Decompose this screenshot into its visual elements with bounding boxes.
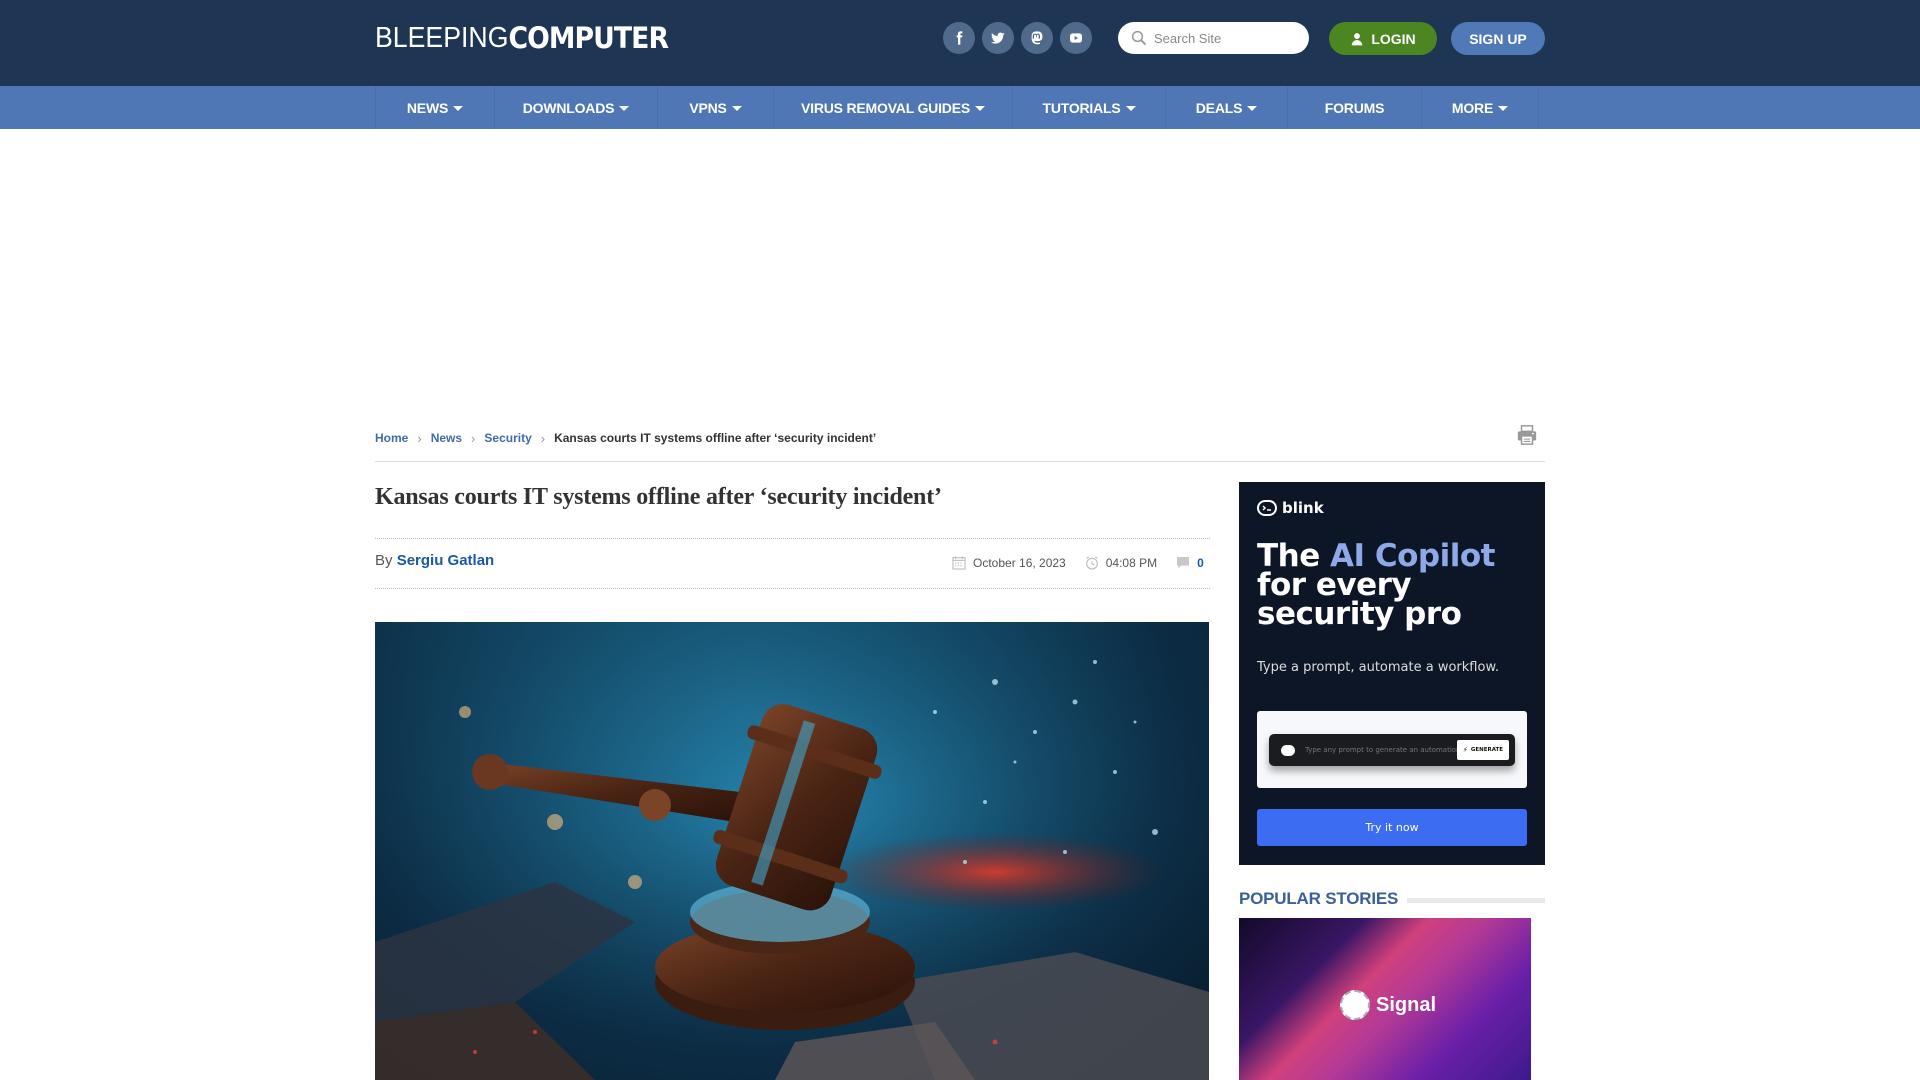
caret-down-icon xyxy=(974,105,985,111)
nav-item-vpns[interactable]: VPNS xyxy=(658,86,774,129)
ad-prompt-bar: Type any prompt to generate an automatio… xyxy=(1269,734,1515,766)
caret-down-icon xyxy=(453,105,464,111)
nav-item-forums[interactable]: FORUMS xyxy=(1288,86,1422,129)
nav-item-more[interactable]: MORE xyxy=(1422,86,1539,129)
nav-label: FORUMS xyxy=(1324,99,1385,116)
logo-light-text: BLEEPING xyxy=(375,21,509,54)
article-title: Kansas courts IT systems offline after ‘… xyxy=(375,484,942,510)
article-meta: October 16, 2023 04:08 PM 0 xyxy=(951,553,1204,573)
site-header: BLEEPINGCOMPUTER LOGIN SIGN UP xyxy=(0,0,1920,86)
facebook-icon xyxy=(956,31,963,45)
clock-icon xyxy=(1085,556,1098,570)
breadcrumb-home[interactable]: Home xyxy=(375,431,408,445)
title-divider xyxy=(375,538,1210,539)
sidebar-ad[interactable]: blink The AI Copilot for every security … xyxy=(1239,482,1545,865)
logo-bold-text: COMPUTER xyxy=(508,21,669,55)
breadcrumb-news[interactable]: News xyxy=(431,431,462,445)
main-nav: NEWS DOWNLOADS VPNS VIRUS REMOVAL GUIDES… xyxy=(0,86,1920,129)
time-item: 04:08 PM xyxy=(1084,555,1157,571)
caret-down-icon xyxy=(1498,105,1509,111)
ad-cta-button[interactable]: Try it now xyxy=(1257,809,1527,846)
print-icon[interactable] xyxy=(1516,424,1538,446)
twitter-icon xyxy=(990,32,1005,44)
login-button[interactable]: LOGIN xyxy=(1329,22,1437,55)
search-icon xyxy=(1131,30,1146,45)
magic-wand-icon: ⚡ xyxy=(1462,746,1468,754)
ad-generate-label: GENERATE xyxy=(1470,747,1504,753)
caret-down-icon xyxy=(1125,105,1136,111)
signal-label: Signal xyxy=(1376,993,1437,1016)
facebook-link[interactable] xyxy=(943,22,975,54)
mastodon-link[interactable] xyxy=(1021,22,1053,54)
popular-stories-heading: POPULAR STORIES xyxy=(1239,889,1399,908)
nav-label: VPNS xyxy=(689,99,727,116)
nav-item-virus-removal-guides[interactable]: VIRUS REMOVAL GUIDES xyxy=(774,86,1013,129)
meta-divider xyxy=(375,588,1210,589)
bot-icon xyxy=(1281,744,1295,756)
popular-stories-rule xyxy=(1407,898,1545,903)
signup-button[interactable]: SIGN UP xyxy=(1451,22,1545,55)
youtube-icon xyxy=(1070,33,1082,43)
caret-down-icon xyxy=(731,105,742,111)
ad-brand-name: blink xyxy=(1282,499,1324,517)
ad-headline: The AI Copilot for every security pro xyxy=(1257,541,1527,632)
ad-demo-panel: Type any prompt to generate an automatio… xyxy=(1257,711,1527,788)
nav-label: VIRUS REMOVAL GUIDES xyxy=(801,99,970,116)
comment-count: 0 xyxy=(1197,556,1204,570)
signup-label: SIGN UP xyxy=(1469,30,1527,47)
ad-subtext: Type a prompt, automate a workflow. xyxy=(1257,660,1500,675)
search-input[interactable] xyxy=(1154,30,1304,46)
signal-bubble-icon xyxy=(1340,990,1370,1020)
article-hero-image xyxy=(375,622,1209,1080)
youtube-link[interactable] xyxy=(1060,22,1092,54)
caret-down-icon xyxy=(619,105,630,111)
article-date: October 16, 2023 xyxy=(973,556,1066,570)
breadcrumb-security[interactable]: Security xyxy=(484,431,531,445)
article-time: 04:08 PM xyxy=(1105,556,1158,570)
breadcrumb-current: Kansas courts IT systems offline after ‘… xyxy=(554,431,877,445)
nav-item-news[interactable]: NEWS xyxy=(376,86,495,129)
mastodon-icon xyxy=(1031,31,1043,45)
nav-item-deals[interactable]: DEALS xyxy=(1166,86,1288,129)
nav-label: DOWNLOADS xyxy=(522,99,615,116)
caret-down-icon xyxy=(1247,105,1258,111)
chevron-right-icon: › xyxy=(417,430,422,446)
chevron-right-icon: › xyxy=(540,430,546,446)
signal-logo: Signal xyxy=(1340,990,1436,1020)
nav-item-downloads[interactable]: DOWNLOADS xyxy=(495,86,658,129)
twitter-link[interactable] xyxy=(982,22,1014,54)
ad-generate-button: ⚡ GENERATE xyxy=(1457,740,1509,760)
comments-link[interactable]: 0 xyxy=(1175,555,1204,571)
byline: By Sergiu Gatlan xyxy=(375,552,494,569)
by-label: By xyxy=(375,552,393,569)
chevron-right-icon: › xyxy=(471,430,476,446)
blink-logo-icon xyxy=(1257,500,1277,516)
gavel-illustration xyxy=(375,622,1209,1080)
breadcrumb-divider xyxy=(375,461,1545,462)
nav-label: TUTORIALS xyxy=(1042,99,1121,116)
nav-label: DEALS xyxy=(1195,99,1243,116)
comment-icon xyxy=(1177,557,1190,569)
breadcrumb: Home › News › Security › Kansas courts I… xyxy=(375,429,876,447)
login-label: LOGIN xyxy=(1371,30,1416,47)
popular-story-image[interactable]: Signal xyxy=(1239,918,1531,1080)
author-link[interactable]: Sergiu Gatlan xyxy=(397,552,495,569)
ad-prompt-placeholder: Type any prompt to generate an automatio… xyxy=(1305,746,1461,754)
nav-label: NEWS xyxy=(406,99,449,116)
user-icon xyxy=(1352,32,1363,45)
nav-label: MORE xyxy=(1451,99,1494,116)
ad-brand: blink xyxy=(1257,499,1324,517)
search-box[interactable] xyxy=(1118,22,1309,54)
date-item: October 16, 2023 xyxy=(951,555,1066,571)
site-logo[interactable]: BLEEPING COMPUTER xyxy=(375,20,669,56)
calendar-icon xyxy=(952,556,966,570)
nav-item-tutorials[interactable]: TUTORIALS xyxy=(1013,86,1166,129)
ad-headline-line3: security pro xyxy=(1257,596,1462,632)
